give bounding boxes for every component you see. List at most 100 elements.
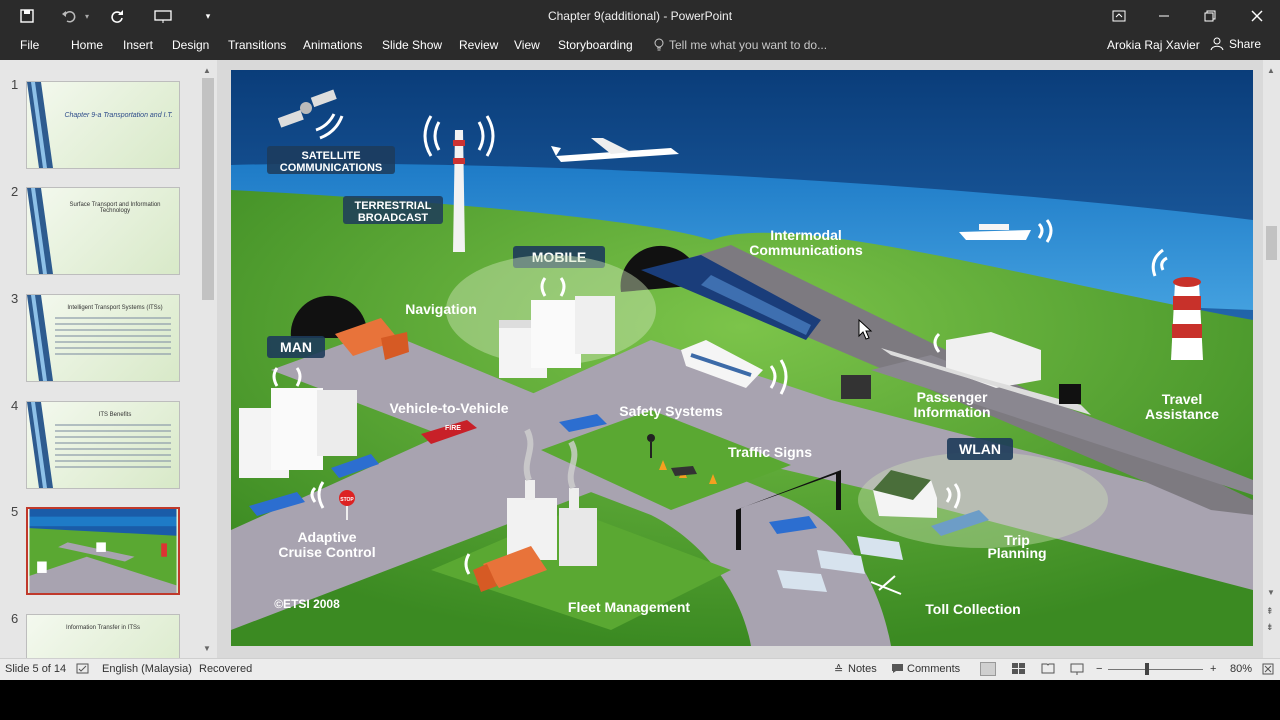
tab-file[interactable]: File: [20, 38, 39, 52]
adaptive-cruise-label: Cruise Control: [278, 544, 375, 560]
powerpoint-window: ▾ ▾ Chapter 9(additional) - PowerPoint F…: [0, 0, 1280, 680]
zoom-out-button[interactable]: −: [1096, 663, 1102, 675]
close-button[interactable]: [1234, 0, 1280, 32]
thumb-title: Chapter 9-a Transportation and I.T.: [64, 112, 173, 119]
travel-assistance-label: Assistance: [1145, 406, 1219, 422]
satellite-label: SATELLITE: [301, 150, 360, 162]
scroll-down-icon[interactable]: ▼: [1267, 588, 1275, 597]
zoom-in-button[interactable]: +: [1210, 663, 1216, 675]
intermodal-communications-label: Communications: [749, 242, 863, 258]
previous-slide-icon[interactable]: ⇞: [1266, 606, 1274, 617]
fire-label: FIRE: [445, 425, 461, 432]
trip-planning-label: Planning: [987, 545, 1046, 561]
slide-counter: Slide 5 of 14: [5, 663, 67, 675]
toll-collection-label: Toll Collection: [925, 601, 1020, 617]
thumb-decoration: [27, 402, 53, 488]
zoom-slider-track[interactable]: [1108, 669, 1203, 670]
ribbon-tabs: File Home Insert Design Transitions Anim…: [0, 32, 1280, 60]
spellcheck-icon[interactable]: [76, 663, 90, 678]
tab-animations[interactable]: Animations: [303, 38, 362, 52]
traffic-signs-label: Traffic Signs: [728, 444, 812, 460]
thumb-number: 3: [11, 291, 19, 306]
slide-thumbnail-5[interactable]: [26, 507, 180, 595]
tab-insert[interactable]: Insert: [123, 38, 153, 52]
tell-me-text: Tell me what you want to do...: [669, 38, 828, 52]
copyright-label: ©ETSI 2008: [274, 597, 340, 611]
thumb-decoration: [27, 188, 53, 274]
thumb-number: 1: [11, 77, 19, 92]
slide-thumbnail-pane: 1 Chapter 9-a Transportation and I.T. 2 …: [0, 60, 217, 658]
title-bar: ▾ ▾ Chapter 9(additional) - PowerPoint: [0, 0, 1280, 32]
notes-button[interactable]: Notes: [848, 663, 877, 675]
travel-label: Travel: [1162, 391, 1202, 407]
user-name[interactable]: Arokia Raj Xavier: [1107, 38, 1200, 52]
thumbnail-scrollbar[interactable]: ▲ ▼: [200, 64, 216, 658]
wlan-label: WLAN: [959, 441, 1001, 457]
tab-design[interactable]: Design: [172, 38, 209, 52]
v2v-label: Vehicle-to-Vehicle: [389, 400, 508, 416]
intermodal-label: Intermodal: [770, 227, 842, 243]
share-label: Share: [1229, 37, 1262, 51]
slide-editing-area: SATELLITE COMMUNICATIONS TERRESTRIAL BRO…: [217, 60, 1263, 658]
thumb-decoration: [27, 295, 53, 381]
slide-thumbnail-1[interactable]: Chapter 9-a Transportation and I.T.: [26, 81, 180, 169]
customize-qat-icon[interactable]: ▾: [197, 6, 219, 26]
scroll-up-icon[interactable]: ▲: [203, 66, 211, 75]
tell-me-search[interactable]: Tell me what you want to do...: [654, 38, 827, 52]
navigation-label: Navigation: [405, 301, 477, 317]
tab-transitions[interactable]: Transitions: [228, 38, 286, 52]
tab-view[interactable]: View: [514, 38, 540, 52]
slide-scroll-thumb[interactable]: [1266, 226, 1277, 260]
undo-dropdown-icon[interactable]: ▾: [76, 6, 98, 26]
normal-view-button[interactable]: [980, 662, 996, 676]
tab-storyboarding[interactable]: Storyboarding: [558, 38, 633, 52]
tab-review[interactable]: Review: [459, 38, 498, 52]
status-bar: Slide 5 of 14 English (Malaysia) Recover…: [0, 658, 1280, 680]
zoom-level[interactable]: 80%: [1230, 663, 1252, 675]
slide-scrollbar[interactable]: ▲ ▼ ⇞ ⇟: [1263, 64, 1280, 658]
thumb-number: 2: [11, 184, 19, 199]
scroll-down-icon[interactable]: ▼: [203, 644, 211, 653]
thumb-number: 6: [11, 611, 19, 626]
share-button[interactable]: Share: [1210, 37, 1261, 51]
start-from-beginning-icon[interactable]: [152, 6, 174, 26]
reading-view-icon[interactable]: [1041, 663, 1055, 677]
communications-label: COMMUNICATIONS: [280, 162, 382, 174]
thumb-body-lines: [55, 424, 171, 472]
thumb-title: Intelligent Transport Systems (ITSs): [67, 305, 163, 311]
thumb-number: 5: [11, 504, 19, 519]
comments-icon[interactable]: [891, 663, 904, 677]
thumbnail-scroll-thumb[interactable]: [202, 78, 214, 300]
scroll-up-icon[interactable]: ▲: [1267, 66, 1275, 75]
lightbulb-icon: [654, 38, 664, 51]
comments-button[interactable]: Comments: [907, 663, 960, 675]
adaptive-label: Adaptive: [297, 529, 356, 545]
tab-home[interactable]: Home: [71, 38, 103, 52]
fleet-management-label: Fleet Management: [568, 599, 690, 615]
slide-canvas[interactable]: SATELLITE COMMUNICATIONS TERRESTRIAL BRO…: [231, 70, 1253, 646]
man-label: MAN: [280, 339, 312, 355]
slide-thumbnail-4[interactable]: ITS Benefits: [26, 401, 180, 489]
zoom-slider-thumb[interactable]: [1145, 663, 1149, 675]
next-slide-icon[interactable]: ⇟: [1266, 622, 1274, 633]
redo-icon[interactable]: [106, 6, 128, 26]
broadcast-label: BROADCAST: [358, 212, 429, 224]
tab-slide-show[interactable]: Slide Show: [382, 38, 442, 52]
terrestrial-label: TERRESTRIAL: [355, 200, 432, 212]
notes-icon[interactable]: ≙: [834, 663, 843, 676]
its-illustration: SATELLITE COMMUNICATIONS TERRESTRIAL BRO…: [231, 70, 1253, 646]
slide-thumbnail-6[interactable]: Information Transfer in ITSs: [26, 614, 180, 658]
save-icon[interactable]: [16, 6, 38, 26]
thumb-title: ITS Benefits: [98, 412, 132, 418]
stop-label: STOP: [340, 497, 354, 503]
ribbon-display-options-icon[interactable]: [1096, 0, 1142, 32]
slide-sorter-icon[interactable]: [1012, 663, 1025, 677]
passenger-information-label: Information: [914, 404, 991, 420]
slide-thumbnail-2[interactable]: Surface Transport and Information Techno…: [26, 187, 180, 275]
slide-thumbnail-3[interactable]: Intelligent Transport Systems (ITSs): [26, 294, 180, 382]
slideshow-view-icon[interactable]: [1070, 663, 1084, 678]
restore-button[interactable]: [1187, 0, 1233, 32]
language-indicator[interactable]: English (Malaysia): [102, 663, 192, 675]
fit-to-window-icon[interactable]: [1262, 663, 1274, 678]
minimize-button[interactable]: [1141, 0, 1187, 32]
